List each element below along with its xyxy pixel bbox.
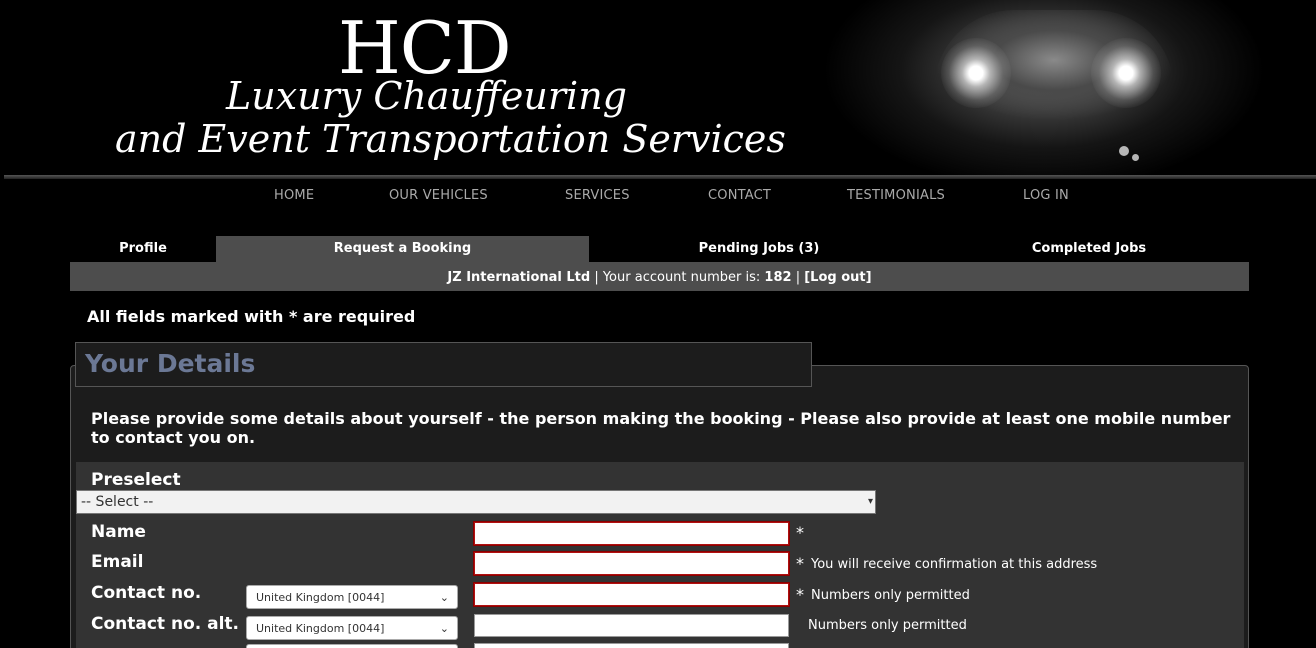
tab-pending-jobs[interactable]: Pending Jobs (3)	[589, 236, 929, 262]
chevron-down-icon: ▾	[867, 496, 873, 507]
tab-request-booking[interactable]: Request a Booking	[216, 236, 589, 262]
section-legend: Your Details	[75, 342, 812, 387]
chevron-down-icon: ⌄	[439, 622, 449, 635]
account-bar: JZ International Ltd | Your account numb…	[70, 262, 1249, 291]
required-star: *	[796, 585, 804, 604]
account-tabs: Profile Request a Booking Pending Jobs (…	[70, 236, 1249, 262]
headlight-left	[941, 38, 1011, 108]
next-country-select[interactable]	[246, 644, 458, 648]
account-number: 182	[764, 270, 792, 285]
preselect-dropdown[interactable]: -- Select -- ▾	[76, 490, 876, 514]
required-star: *	[796, 554, 804, 573]
lens-flare	[1119, 146, 1129, 156]
brand-tagline-2: and Event Transportation Services	[115, 117, 786, 161]
email-input[interactable]	[473, 551, 790, 576]
contact-label: Contact no.	[91, 583, 202, 603]
tab-profile[interactable]: Profile	[70, 236, 216, 262]
contact-alt-input[interactable]	[474, 614, 789, 637]
section-intro: Please provide some details about yourse…	[91, 409, 1231, 447]
country-value: United Kingdom [0044]	[256, 591, 385, 604]
separator: |	[590, 270, 603, 285]
separator: |	[791, 270, 805, 285]
account-number-label: Your account number is:	[602, 270, 765, 285]
tab-completed-jobs[interactable]: Completed Jobs	[929, 236, 1249, 262]
section-title: Your Details	[85, 349, 256, 378]
company-name: JZ International Ltd	[447, 270, 591, 285]
preselect-value: -- Select --	[81, 494, 154, 510]
banner-divider	[4, 175, 1316, 179]
lens-flare	[1132, 154, 1139, 161]
contact-country-select[interactable]: United Kingdom [0044] ⌄	[246, 585, 458, 609]
country-value: United Kingdom [0044]	[256, 622, 385, 635]
contact-input[interactable]	[473, 582, 790, 607]
name-label: Name	[91, 522, 146, 542]
brand-tagline-1: Luxury Chauffeuring	[226, 74, 628, 118]
nav-contact[interactable]: CONTACT	[708, 188, 771, 203]
nav-home[interactable]: HOME	[274, 188, 314, 203]
required-star: *	[796, 523, 804, 542]
contact-alt-label: Contact no. alt.	[91, 614, 240, 634]
nav-services[interactable]: SERVICES	[565, 188, 630, 203]
nav-log-in[interactable]: LOG IN	[1023, 188, 1069, 203]
required-fields-note: All fields marked with * are required	[87, 307, 416, 326]
headlight-right	[1091, 38, 1161, 108]
nav-testimonials[interactable]: TESTIMONIALS	[847, 188, 945, 203]
contact-hint: Numbers only permitted	[811, 588, 970, 603]
next-input[interactable]	[474, 643, 789, 648]
chevron-down-icon: ⌄	[439, 591, 449, 604]
preselect-label: Preselect	[91, 470, 181, 490]
contact-alt-country-select[interactable]: United Kingdom [0044] ⌄	[246, 616, 458, 640]
email-label: Email	[91, 552, 144, 572]
nav-our-vehicles[interactable]: OUR VEHICLES	[389, 188, 488, 203]
email-hint: You will receive confirmation at this ad…	[811, 557, 1098, 572]
logout-link[interactable]: [Log out]	[804, 270, 871, 285]
contact-alt-hint: Numbers only permitted	[808, 618, 967, 633]
name-input[interactable]	[473, 521, 790, 546]
main-nav: HOME OUR VEHICLES SERVICES CONTACT TESTI…	[0, 188, 1316, 206]
